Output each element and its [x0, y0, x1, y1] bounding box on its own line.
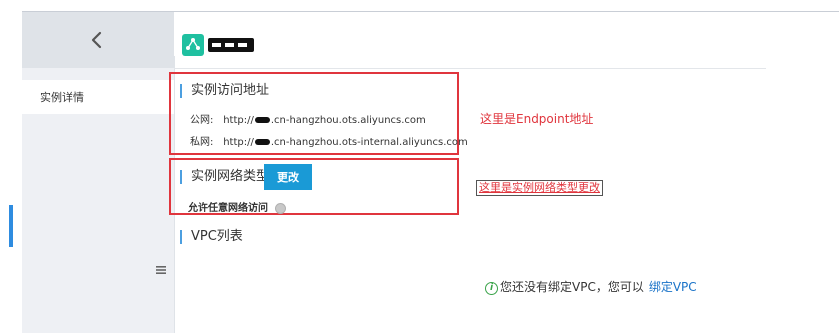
scroll-indicator: [9, 205, 13, 247]
endpoint-section-title: 实例访问地址: [180, 84, 269, 98]
redaction-mark: [254, 117, 270, 123]
chevron-left-icon[interactable]: [87, 26, 107, 54]
public-endpoint-suffix: .cn-hangzhou.ots.aliyuncs.com: [270, 115, 426, 126]
vpc-empty-text: 您还没有绑定VPC，您可以: [500, 280, 644, 294]
header-divider: [174, 68, 766, 69]
menu-collapse-icon[interactable]: [155, 264, 167, 276]
help-icon[interactable]: [275, 202, 287, 214]
private-endpoint-label: 私网:: [190, 137, 214, 148]
product-logo-icon: [182, 34, 254, 56]
info-icon: i: [485, 282, 498, 295]
allow-any-network-row: 允许任意网络访问: [188, 199, 287, 214]
network-annotation: 这里是实例网络类型更改: [476, 180, 603, 196]
public-endpoint-prefix: http://: [223, 115, 254, 126]
redaction-mark: [254, 139, 270, 145]
bind-vpc-link[interactable]: 绑定VPC: [649, 280, 697, 294]
public-endpoint-label: 公网:: [190, 115, 214, 126]
sidebar-item-label: 实例详情: [40, 91, 84, 104]
change-network-button[interactable]: 更改: [264, 164, 312, 190]
vpc-section-title: VPC列表: [180, 230, 243, 244]
private-endpoint-prefix: http://: [223, 137, 254, 148]
sidebar-item-instance-details[interactable]: 实例详情: [22, 80, 174, 114]
sidebar-header: [22, 12, 174, 68]
network-section-title: 实例网络类型: [180, 170, 269, 184]
allow-any-network-label: 允许任意网络访问: [188, 203, 268, 214]
sidebar: 实例详情: [22, 12, 174, 333]
endpoint-annotation: 这里是Endpoint地址: [480, 112, 594, 126]
vpc-empty-message: i 您还没有绑定VPC，您可以 绑定VPC: [485, 278, 697, 295]
public-endpoint-row: 公网: http:// .cn-hangzhou.ots.aliyuncs.com: [190, 111, 426, 126]
private-endpoint-suffix: .cn-hangzhou.ots-internal.aliyuncs.com: [270, 137, 468, 148]
private-endpoint-row: 私网: http:// .cn-hangzhou.ots-internal.ali…: [190, 133, 468, 148]
